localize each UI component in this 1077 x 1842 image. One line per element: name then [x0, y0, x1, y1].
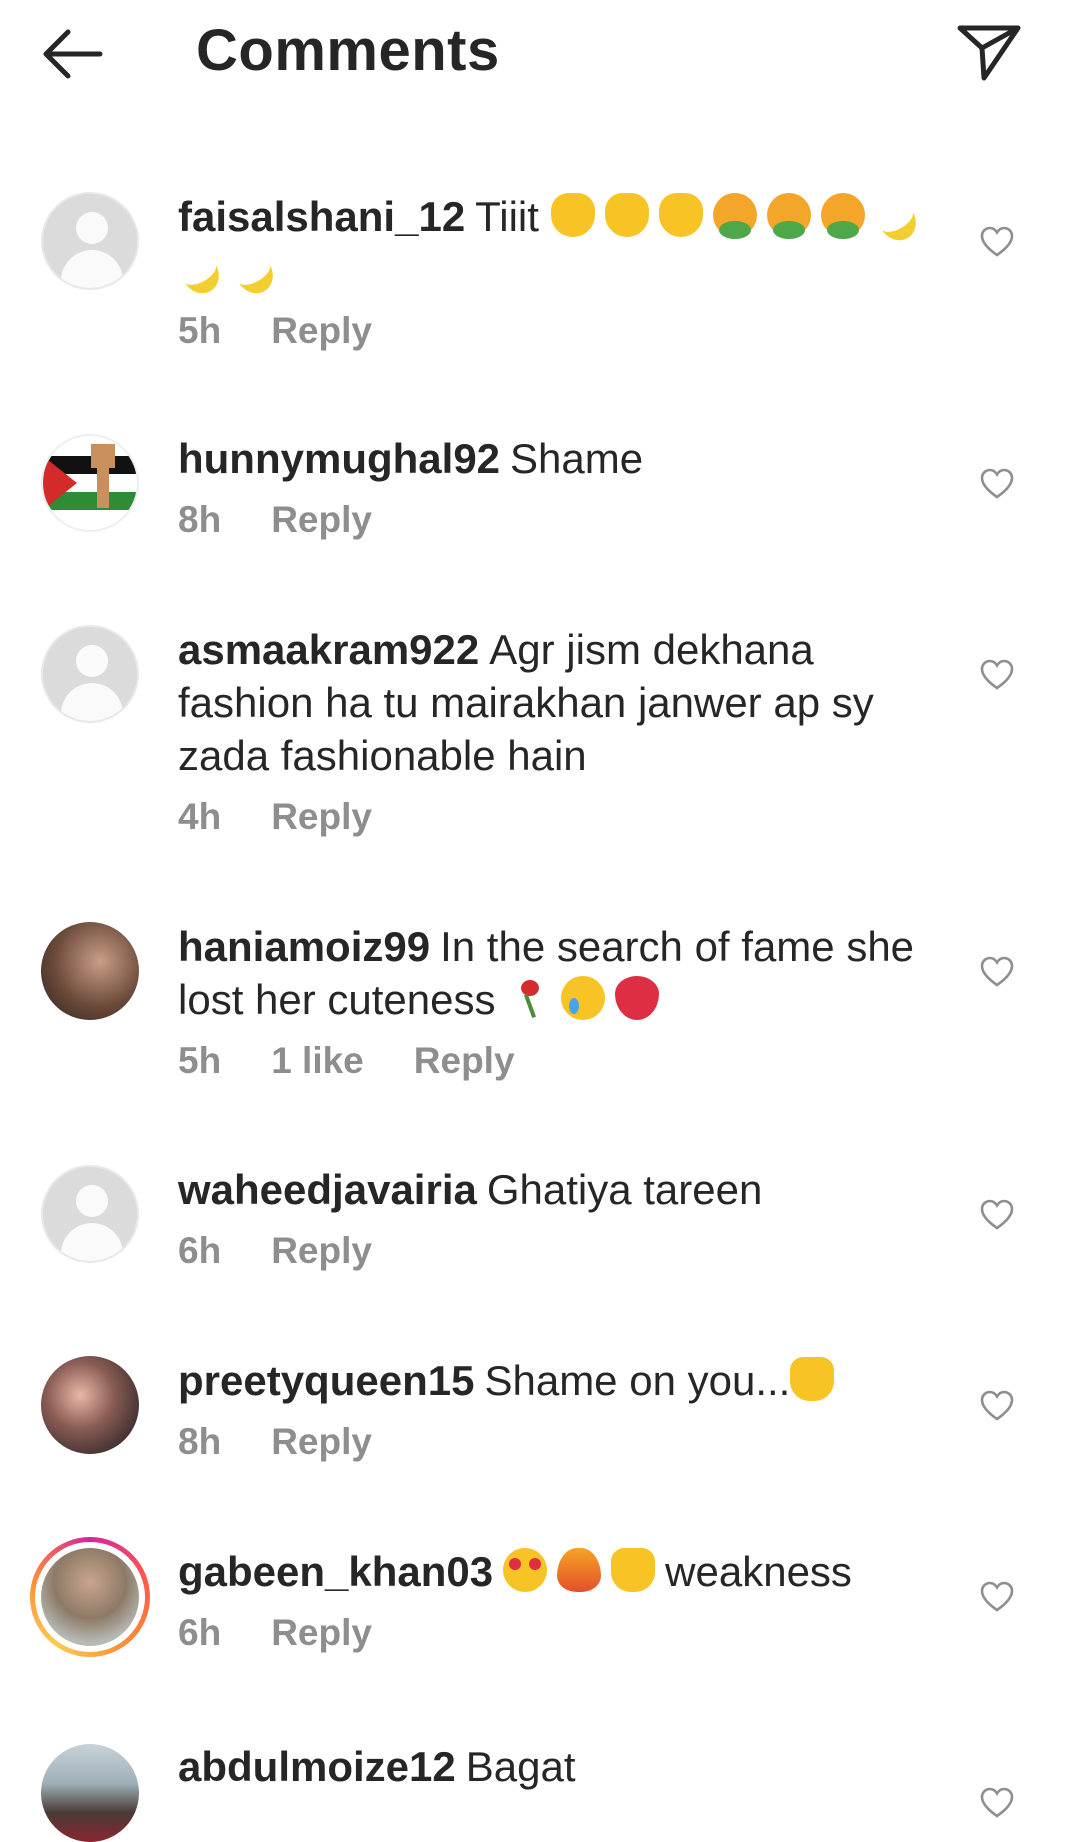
comment-meta: 4h Reply [178, 796, 953, 838]
heart-icon[interactable] [980, 1787, 1014, 1819]
banana-emoji [178, 246, 222, 290]
timestamp: 4h [178, 796, 222, 837]
story-avatar[interactable] [30, 1537, 150, 1657]
comment-text: gabeen_khan03 weakness [178, 1545, 953, 1598]
banana-emoji [875, 193, 919, 237]
clapping-hands-emoji [550, 193, 595, 237]
comment-body: Bagat [465, 1743, 576, 1790]
photo-avatar[interactable] [41, 1356, 139, 1454]
raised-hand-emoji [790, 1357, 835, 1401]
comment-text: abdulmoize12 Bagat [178, 1740, 953, 1793]
comment-text: asmaakram922 Agr jism dekhana fashion ha … [178, 623, 953, 782]
vomiting-face-emoji [820, 193, 865, 239]
comment-body: Shame [510, 435, 644, 482]
comment-text: haniamoiz99 In the search of fame she los… [178, 920, 953, 1026]
vomiting-face-emoji [712, 193, 757, 239]
username[interactable]: gabeen_khan03 [178, 1548, 493, 1595]
comment-meta: 8h Reply [178, 1421, 953, 1463]
reply-button[interactable]: Reply [271, 1612, 372, 1654]
username[interactable]: preetyqueen15 [178, 1357, 474, 1404]
comment-meta: 6h Reply [178, 1230, 953, 1272]
comment-meta: 6h Reply [178, 1612, 953, 1654]
like-count[interactable]: 1 like [271, 1040, 364, 1082]
heart-icon[interactable] [980, 1581, 1014, 1613]
comment-meta: 5h Reply [178, 310, 953, 352]
timestamp: 6h [178, 1230, 222, 1271]
vomiting-face-emoji [766, 193, 811, 239]
banana-emoji [232, 246, 276, 290]
username[interactable]: waheedjavairia [178, 1166, 477, 1213]
username[interactable]: hunnymughal92 [178, 435, 500, 482]
reply-button[interactable]: Reply [414, 1040, 515, 1082]
comment-text: waheedjavairia Ghatiya tareen [178, 1163, 953, 1216]
photo-avatar[interactable] [41, 922, 139, 1020]
clapping-hands-emoji [604, 193, 649, 237]
comment-body: weakness [665, 1548, 852, 1595]
comment-list: faisalshani_12 Tiiit 5h Reply hunnymughal9… [0, 0, 1077, 1842]
reply-button[interactable]: Reply [271, 1230, 372, 1272]
timestamp: 6h [178, 1612, 222, 1653]
heart-eyes-emoji [503, 1548, 548, 1592]
username[interactable]: abdulmoize12 [178, 1743, 456, 1790]
default-avatar[interactable] [41, 1165, 139, 1263]
heart-icon[interactable] [980, 1390, 1014, 1422]
default-avatar[interactable] [41, 192, 139, 290]
default-avatar[interactable] [41, 625, 139, 723]
fire-emoji [557, 1548, 602, 1592]
timestamp: 8h [178, 499, 222, 540]
comment-text: hunnymughal92 Shame [178, 432, 953, 485]
comment-meta: 8h Reply [178, 499, 953, 541]
comment-body: Shame on you... [484, 1357, 791, 1404]
timestamp: 8h [178, 1421, 222, 1462]
heart-icon[interactable] [980, 1199, 1014, 1231]
comment-text: faisalshani_12 Tiiit [178, 190, 953, 296]
comment-meta: 5h 1 like Reply [178, 1040, 953, 1082]
heart-icon[interactable] [980, 659, 1014, 691]
wilted-rose-emoji [507, 976, 551, 1020]
heart-icon[interactable] [980, 956, 1014, 988]
comment-body: Tiiit [475, 193, 539, 240]
heart-icon[interactable] [980, 226, 1014, 258]
timestamp: 5h [178, 1040, 222, 1081]
clapping-hands-emoji [658, 193, 703, 237]
comment-body: Ghatiya tareen [486, 1166, 763, 1213]
heart-icon[interactable] [980, 468, 1014, 500]
comment-text: preetyqueen15 Shame on you... [178, 1354, 953, 1407]
username[interactable]: asmaakram922 [178, 626, 479, 673]
photo-avatar[interactable] [41, 1744, 139, 1842]
reply-button[interactable]: Reply [271, 499, 372, 541]
crying-face-emoji [561, 976, 606, 1020]
broken-heart-emoji [615, 976, 660, 1020]
reply-button[interactable]: Reply [271, 1421, 372, 1463]
reply-button[interactable]: Reply [271, 796, 372, 838]
reply-button[interactable]: Reply [271, 310, 372, 352]
flag-icon [43, 444, 137, 510]
username[interactable]: faisalshani_12 [178, 193, 465, 240]
timestamp: 5h [178, 310, 222, 351]
raising-hands-emoji [611, 1548, 656, 1592]
flag-fist-avatar[interactable] [41, 434, 139, 532]
username[interactable]: haniamoiz99 [178, 923, 430, 970]
